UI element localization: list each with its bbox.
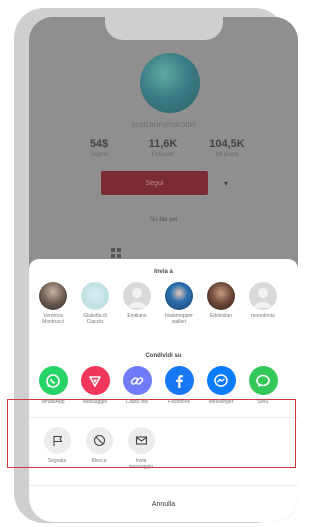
cancel-button[interactable]: Annulla	[29, 486, 298, 522]
contact-name: Emiliano	[127, 313, 147, 319]
highlight-box	[7, 399, 296, 468]
grid-icon[interactable]	[111, 248, 121, 258]
chevron-down-icon[interactable]: ▾	[214, 171, 238, 195]
avatar	[81, 282, 109, 310]
profile-bio: No bio yet	[149, 217, 177, 223]
messenger-icon	[206, 366, 236, 395]
contact-name: moredonia	[251, 313, 275, 319]
contacts-row: Veronica Montrucci Giulietta di Ciaccio …	[29, 282, 298, 342]
stat-value: 11,6K	[148, 138, 178, 150]
facebook-icon	[164, 366, 194, 395]
profile-username: sosicannymarodel	[131, 120, 196, 129]
avatar-placeholder	[123, 282, 151, 310]
contact-name: bookmopper walleri	[165, 313, 193, 325]
avatar	[165, 282, 193, 310]
contact-name: Giulietta di Ciaccio	[83, 313, 107, 325]
contact-item[interactable]: Emiliano	[119, 282, 155, 319]
avatar	[39, 282, 67, 310]
link-icon	[122, 366, 152, 395]
stat-label: Segniti	[89, 152, 109, 158]
contact-name: Veronica Montrucci	[42, 313, 64, 325]
stat-label: Follower	[151, 152, 175, 158]
contact-item[interactable]: moredonia	[245, 282, 281, 319]
user-icon	[254, 288, 272, 308]
stat-followers[interactable]: 11,6K Follower	[133, 138, 193, 158]
avatar	[207, 282, 235, 310]
share-apps-title: Condividi su	[145, 353, 182, 359]
share-sheet-title: Invia a	[154, 269, 173, 275]
share-sheet: Invia a Veronica Montrucci Giulietta di …	[29, 259, 298, 522]
follow-button[interactable]: Segui	[101, 171, 208, 195]
stat-following[interactable]: 54$ Segniti	[69, 138, 129, 158]
contact-item[interactable]: Veronica Montrucci	[35, 282, 71, 325]
profile-avatar[interactable]	[140, 53, 200, 113]
profile-background: sosicannymarodel 54$ Segniti 11,6K Follo…	[29, 17, 298, 259]
contact-item[interactable]: Edelmilan	[203, 282, 239, 319]
stat-likes[interactable]: 104,5K Mi piace	[197, 138, 257, 158]
stat-value: 104,5K	[209, 138, 245, 150]
phone-notch	[105, 17, 223, 40]
message-icon	[80, 366, 110, 395]
stat-value: 54$	[89, 138, 109, 150]
avatar-placeholder	[249, 282, 277, 310]
contact-item[interactable]: Giulietta di Ciaccio	[77, 282, 113, 325]
contact-name: Edelmilan	[210, 313, 232, 319]
contact-item[interactable]: bookmopper walleri	[161, 282, 197, 325]
whatsapp-icon	[38, 366, 68, 395]
sms-icon	[248, 366, 278, 395]
stat-label: Mi piace	[215, 152, 239, 158]
user-icon	[128, 288, 146, 308]
